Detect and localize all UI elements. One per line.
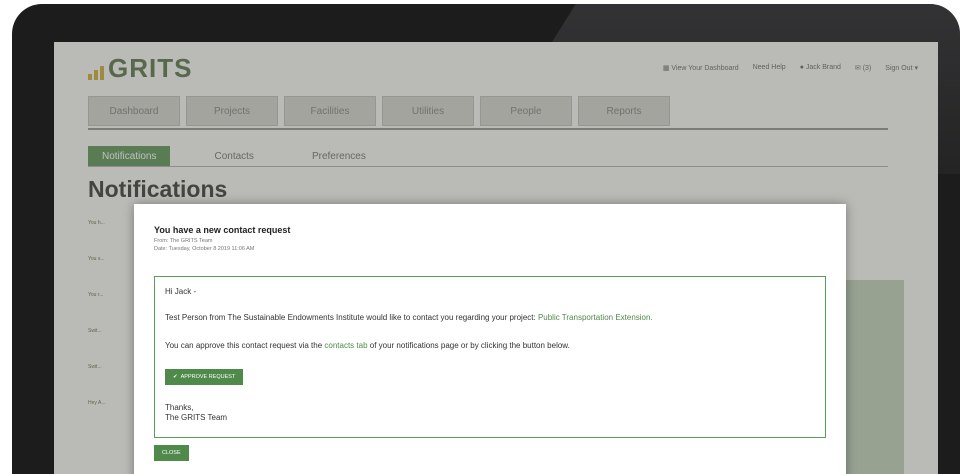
message-line-1: Test Person from The Sustainable Endowme… [165, 313, 653, 322]
signoff-team: The GRITS Team [165, 413, 228, 422]
project-link[interactable]: Public Transportation Extension. [538, 313, 653, 322]
message-line-2-tail: of your notifications page or by clickin… [367, 341, 570, 350]
modal-from: From: The GRITS Team [154, 238, 213, 244]
modal-date: Date: Tuesday, October 8 2019 11:06 AM [154, 246, 255, 252]
message-line-2-text: You can approve this contact request via… [165, 341, 325, 350]
app-screen: GRITS ▦ View Your Dashboard Need Help ● … [54, 42, 938, 474]
approve-request-button[interactable]: ✔ APPROVE REQUEST [165, 369, 244, 385]
close-button[interactable]: CLOSE [154, 445, 189, 461]
message-signoff: Thanks, The GRITS Team [165, 403, 227, 423]
message-greeting: Hi Jack - [165, 287, 197, 296]
message-line-1-text: Test Person from The Sustainable Endowme… [165, 313, 538, 322]
message-body: Hi Jack - Test Person from The Sustainab… [154, 276, 826, 438]
check-icon: ✔ [173, 374, 178, 380]
message-line-2: You can approve this contact request via… [165, 341, 570, 350]
signoff-thanks: Thanks, [165, 403, 194, 412]
contacts-tab-link[interactable]: contacts tab [324, 341, 367, 350]
modal-title: You have a new contact request [154, 225, 291, 235]
approve-request-label: APPROVE REQUEST [180, 374, 236, 380]
contact-request-modal: You have a new contact request From: The… [134, 204, 846, 474]
laptop-frame: GRITS ▦ View Your Dashboard Need Help ● … [12, 4, 960, 474]
